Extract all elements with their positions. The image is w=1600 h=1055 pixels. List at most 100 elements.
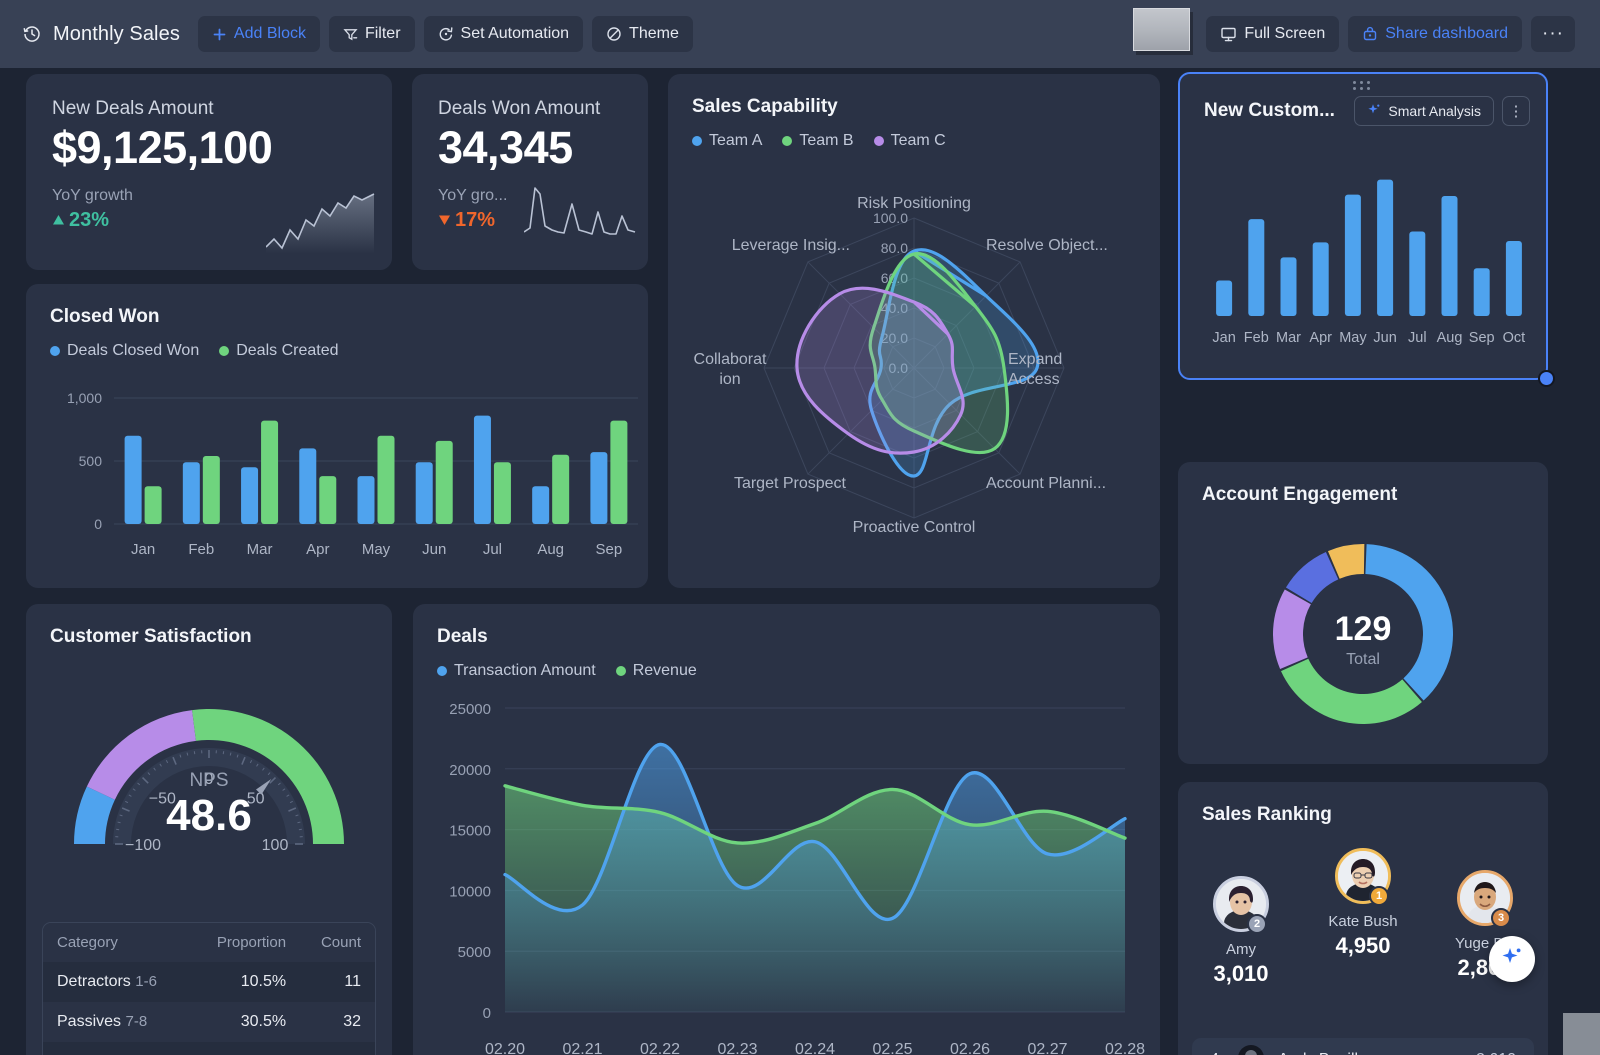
- svg-text:1,000: 1,000: [67, 390, 102, 406]
- podium-item-rank-2[interactable]: 2 Amy 3,010: [1189, 876, 1293, 987]
- table-row[interactable]: Detractors 1-6 10.5% 11: [43, 962, 375, 1002]
- column-header-category: Category: [43, 923, 193, 962]
- chart-card-customer-satisfaction[interactable]: Customer Satisfaction −100−50050100 NPS …: [26, 604, 392, 1055]
- kpi-value: 34,345: [438, 124, 648, 171]
- svg-text:Feb: Feb: [188, 541, 214, 558]
- card-actions: Smart Analysis ⋮: [1354, 96, 1530, 126]
- legend-swatch-icon: [782, 136, 792, 146]
- kpi-delta-value: 23%: [69, 209, 109, 232]
- card-title: Customer Satisfaction: [50, 626, 368, 648]
- legend-label: Deals Created: [236, 342, 338, 360]
- theme-label: Theme: [629, 25, 679, 43]
- svg-text:Sep: Sep: [596, 541, 623, 558]
- legend-swatch-icon: [692, 136, 702, 146]
- closed-won-plot[interactable]: 05001,000JanFebMarAprMayJunJulAugSep: [26, 380, 648, 580]
- add-block-button[interactable]: Add Block: [198, 16, 320, 52]
- svg-text:Sep: Sep: [1469, 330, 1495, 346]
- nps-gauge-plot[interactable]: −100−50050100: [26, 648, 392, 878]
- kpi-body: Deals Won Amount 34,345 YoY gro... 17%: [412, 74, 648, 270]
- podium-item-rank-1[interactable]: 1 Kate Bush 4,950: [1311, 848, 1415, 987]
- card-resize-handle[interactable]: [1538, 370, 1555, 387]
- legend-swatch-icon: [874, 136, 884, 146]
- kpi-body: New Deals Amount $9,125,100 YoY growth 2…: [26, 74, 392, 270]
- ai-assistant-fab[interactable]: [1489, 936, 1535, 982]
- deals-area-plot[interactable]: 050001000015000200002500002.2002.2102.22…: [413, 692, 1160, 1055]
- legend-label: Team C: [891, 132, 946, 150]
- svg-text:Apr: Apr: [1309, 330, 1332, 346]
- podium-score: 3,010: [1213, 961, 1268, 987]
- table-header-row: Category Proportion Count: [43, 923, 375, 962]
- chart-legend: Deals Closed Won Deals Created: [50, 342, 624, 360]
- kpi-delta-value: 17%: [455, 209, 495, 232]
- legend-label: Transaction Amount: [454, 662, 596, 680]
- card-title: Closed Won: [50, 306, 624, 328]
- sales-ranking-header: Sales Ranking: [1178, 782, 1548, 826]
- table-row[interactable]: Passives 7-8 30.5% 32: [43, 1002, 375, 1042]
- svg-text:02.23: 02.23: [717, 1041, 757, 1055]
- legend-item[interactable]: Team A: [692, 132, 762, 150]
- dashboard-title-group: Monthly Sales: [22, 23, 180, 46]
- radar-axis-label-proactive-control: Proactive Control: [834, 518, 994, 538]
- sparkline-new-deals: [266, 192, 376, 254]
- sales-ranking-list: 4 Andy Bonillo 2,610: [1178, 1038, 1548, 1055]
- card-kebab-menu-button[interactable]: ⋮: [1502, 96, 1530, 126]
- svg-text:10000: 10000: [449, 883, 491, 900]
- svg-text:Jun: Jun: [1373, 330, 1396, 346]
- list-item[interactable]: 4 Andy Bonillo 2,610: [1192, 1038, 1534, 1055]
- radar-axis-label-collaboration: Collaboration: [674, 350, 786, 390]
- card-sales-ranking[interactable]: Sales Ranking 2 Amy: [1178, 782, 1548, 1055]
- filter-button[interactable]: Filter: [329, 16, 415, 52]
- legend-item[interactable]: Revenue: [616, 662, 697, 680]
- full-screen-icon: [1220, 26, 1237, 43]
- legend-item[interactable]: Team C: [874, 132, 946, 150]
- set-automation-button[interactable]: Set Automation: [424, 16, 584, 52]
- full-screen-label: Full Screen: [1244, 25, 1325, 43]
- rank-index: 4: [1210, 1051, 1224, 1055]
- share-dashboard-button[interactable]: Share dashboard: [1348, 16, 1522, 52]
- theme-button[interactable]: Theme: [592, 16, 693, 52]
- sparkle-icon: [1367, 103, 1381, 120]
- legend-item[interactable]: Team B: [782, 132, 853, 150]
- table-row[interactable]: Promoters 9-10 59% 62: [43, 1042, 375, 1055]
- chart-card-account-engagement[interactable]: Account Engagement 129 Total: [1178, 462, 1548, 764]
- svg-text:02.24: 02.24: [795, 1041, 835, 1055]
- share-dashboard-label: Share dashboard: [1385, 25, 1508, 43]
- new-customers-plot[interactable]: JanFebMarAprMayJunJulAugSepOct: [1180, 158, 1546, 370]
- dashboard-toolbar: Monthly Sales Add Block Filter Set Autom…: [0, 0, 1600, 68]
- svg-text:Jan: Jan: [1212, 330, 1235, 346]
- sparkle-icon: [1500, 945, 1524, 974]
- donut-center-label: Total: [1178, 651, 1548, 669]
- trend-up-icon: [52, 209, 65, 232]
- viewport-resize-corner[interactable]: [1563, 1013, 1600, 1055]
- kpi-card-new-deals-amount[interactable]: New Deals Amount $9,125,100 YoY growth 2…: [26, 74, 392, 270]
- full-screen-button[interactable]: Full Screen: [1206, 16, 1339, 52]
- legend-item[interactable]: Deals Created: [219, 342, 338, 360]
- radar-axis-label-target-prospect: Target Prospect: [676, 474, 846, 494]
- svg-text:Mar: Mar: [1276, 330, 1301, 346]
- filter-label: Filter: [365, 25, 401, 43]
- card-drag-handle-icon[interactable]: [1353, 81, 1373, 90]
- legend-swatch-icon: [437, 666, 447, 676]
- legend-item[interactable]: Deals Closed Won: [50, 342, 199, 360]
- svg-text:5000: 5000: [458, 944, 491, 961]
- clock-history-icon: [22, 24, 42, 44]
- kpi-card-deals-won-amount[interactable]: Deals Won Amount 34,345 YoY gro... 17%: [412, 74, 648, 270]
- chart-card-sales-capability[interactable]: Sales Capability Team A Team B Team C 0.…: [668, 74, 1160, 588]
- nps-proportion: 30.5%: [193, 1002, 300, 1042]
- chart-card-new-customers[interactable]: New Custom... Smart Analysis ⋮ JanFebMar…: [1178, 72, 1548, 380]
- plus-icon: [212, 27, 227, 42]
- chart-card-deals[interactable]: Deals Transaction Amount Revenue 0500010…: [413, 604, 1160, 1055]
- card-title: Sales Capability: [692, 96, 1136, 118]
- set-automation-label: Set Automation: [461, 25, 570, 43]
- palette-icon: [606, 26, 622, 42]
- nps-category: Detractors: [57, 973, 131, 990]
- avatar-wrap: 2: [1213, 876, 1269, 932]
- more-options-button[interactable]: ···: [1531, 16, 1575, 52]
- smart-analysis-button[interactable]: Smart Analysis: [1354, 96, 1494, 126]
- svg-text:02.21: 02.21: [562, 1041, 602, 1055]
- legend-item[interactable]: Transaction Amount: [437, 662, 596, 680]
- gauge-center: NPS 48.6: [26, 770, 392, 840]
- drag-ghost-placeholder[interactable]: [1133, 8, 1190, 51]
- svg-text:20000: 20000: [449, 762, 491, 779]
- chart-card-closed-won[interactable]: Closed Won Deals Closed Won Deals Create…: [26, 284, 648, 588]
